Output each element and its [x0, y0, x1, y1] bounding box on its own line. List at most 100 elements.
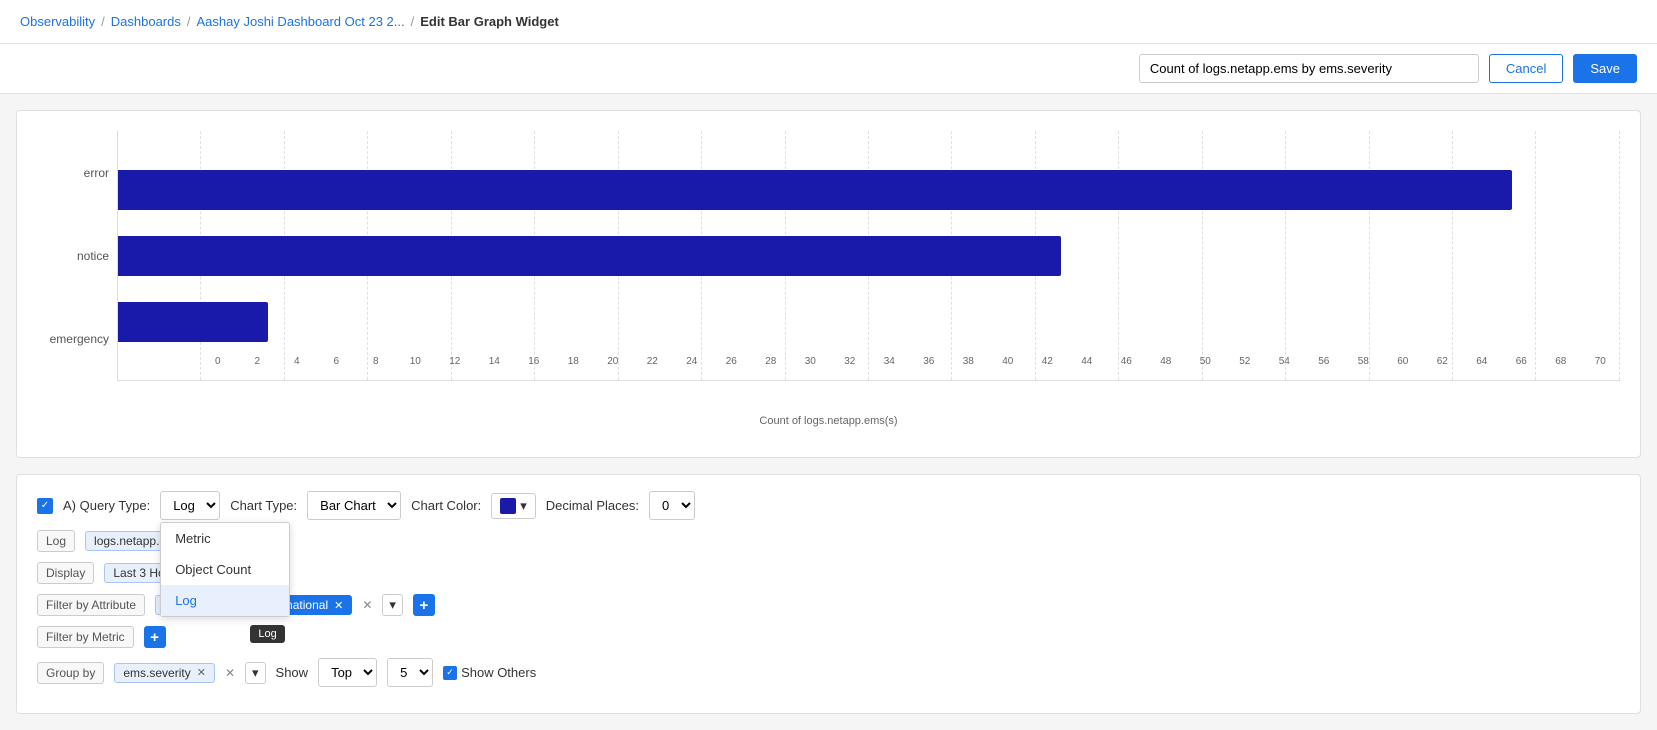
show-others-container: Show Others — [443, 665, 536, 680]
color-swatch-box — [500, 498, 516, 514]
x-label: 40 — [988, 350, 1028, 380]
x-label: 10 — [396, 350, 436, 380]
breadcrumb-dashboards[interactable]: Dashboards — [111, 14, 181, 29]
query-type-label: A) Query Type: — [63, 498, 150, 513]
x-label: 20 — [593, 350, 633, 380]
chart-plot: 0 2 4 6 8 10 12 14 16 18 20 22 24 26 28 … — [117, 131, 1620, 381]
informational-tag-close[interactable]: ✕ — [334, 599, 343, 612]
x-axis-title: Count of logs.netapp.ems(s) — [37, 415, 1620, 427]
bar-row-emergency — [118, 294, 1620, 349]
x-label: 64 — [1462, 350, 1502, 380]
config-panel: A) Query Type: Log Metric Object Count L… — [16, 474, 1641, 714]
chevron-down-icon: ▾ — [520, 498, 527, 514]
x-label: 68 — [1541, 350, 1581, 380]
filter-attribute-dropdown-btn[interactable]: ▾ — [382, 594, 403, 616]
breadcrumb-sep-1: / — [101, 14, 105, 29]
y-label-notice: notice — [77, 249, 109, 263]
breadcrumb-observability[interactable]: Observability — [20, 14, 95, 29]
bar-row-error — [118, 162, 1620, 217]
group-by-pill: Group by — [37, 662, 104, 684]
top-count-select[interactable]: 5 — [387, 658, 433, 687]
bar-row-notice — [118, 228, 1620, 283]
save-button[interactable]: Save — [1573, 54, 1637, 83]
x-label: 60 — [1383, 350, 1423, 380]
y-axis-labels: error notice emergency — [37, 131, 117, 381]
decimal-select[interactable]: 0 — [649, 491, 695, 520]
x-label: 8 — [356, 350, 396, 380]
x-label: 48 — [1146, 350, 1186, 380]
show-others-checkbox[interactable] — [443, 666, 457, 680]
x-label: 44 — [1067, 350, 1107, 380]
x-label: 56 — [1304, 350, 1344, 380]
widget-name-input[interactable] — [1139, 54, 1479, 83]
x-label: 0 — [198, 350, 238, 380]
filter-attribute-pill: Filter by Attribute — [37, 594, 145, 616]
header-bar: Cancel Save — [0, 44, 1657, 94]
cancel-button[interactable]: Cancel — [1489, 54, 1563, 83]
query-type-select[interactable]: Log — [160, 491, 220, 520]
group-by-tag-close[interactable]: ✕ — [197, 666, 206, 679]
config-row-1: A) Query Type: Log Metric Object Count L… — [37, 491, 1620, 520]
breadcrumb-current: Edit Bar Graph Widget — [420, 14, 559, 29]
bar-error — [118, 170, 1512, 210]
bar-emergency — [118, 302, 268, 342]
x-label: 46 — [1107, 350, 1147, 380]
filter-metric-add-btn[interactable]: + — [144, 626, 166, 648]
x-label: 36 — [909, 350, 949, 380]
x-label: 52 — [1225, 350, 1265, 380]
filter-attribute-add-btn[interactable]: + — [413, 594, 435, 616]
top-select[interactable]: Top — [318, 658, 377, 687]
y-label-emergency: emergency — [50, 332, 109, 346]
chart-color-label: Chart Color: — [411, 498, 481, 513]
show-others-label: Show Others — [461, 665, 536, 680]
show-label: Show — [276, 665, 309, 680]
x-label: 4 — [277, 350, 317, 380]
x-label: 28 — [751, 350, 791, 380]
x-label: 24 — [672, 350, 712, 380]
breadcrumb-sep-2: / — [187, 14, 191, 29]
group-by-clear-btn[interactable]: ✕ — [225, 666, 235, 680]
x-axis-labels: 0 2 4 6 8 10 12 14 16 18 20 22 24 26 28 … — [198, 350, 1620, 380]
x-label: 18 — [554, 350, 594, 380]
x-label: 58 — [1344, 350, 1384, 380]
decimal-label: Decimal Places: — [546, 498, 639, 513]
x-label: 66 — [1502, 350, 1542, 380]
x-label: 62 — [1423, 350, 1463, 380]
x-label: 38 — [949, 350, 989, 380]
log-pill: Log — [37, 530, 75, 552]
breadcrumb: Observability / Dashboards / Aashay Josh… — [0, 0, 1657, 44]
x-label: 14 — [475, 350, 515, 380]
x-label: 2 — [238, 350, 278, 380]
x-label: 12 — [435, 350, 475, 380]
query-enable-checkbox[interactable] — [37, 498, 53, 514]
chart-area: error notice emergency — [37, 131, 1620, 411]
query-type-dropdown-container: Log Metric Object Count Log — [160, 491, 220, 520]
chart-color-swatch[interactable]: ▾ — [491, 493, 536, 519]
x-label: 22 — [633, 350, 673, 380]
group-by-tag-text: ems.severity — [123, 666, 190, 680]
x-label: 70 — [1581, 350, 1621, 380]
x-label: 6 — [317, 350, 357, 380]
x-label: 16 — [514, 350, 554, 380]
dropdown-item-log[interactable]: Log — [161, 585, 289, 616]
group-by-ems-severity-tag: ems.severity ✕ — [114, 663, 215, 683]
filter-attribute-clear-btn[interactable]: ✕ — [362, 598, 372, 612]
x-label: 26 — [712, 350, 752, 380]
log-tooltip: Log — [250, 625, 284, 643]
bars-area — [118, 131, 1620, 380]
x-label: 34 — [870, 350, 910, 380]
breadcrumb-sep-3: / — [411, 14, 415, 29]
group-by-dropdown-btn[interactable]: ▾ — [245, 662, 266, 684]
dropdown-item-metric[interactable]: Metric — [161, 523, 289, 554]
display-pill: Display — [37, 562, 94, 584]
filter-metric-pill: Filter by Metric — [37, 626, 134, 648]
bar-notice — [118, 236, 1061, 276]
x-label: 54 — [1265, 350, 1305, 380]
dropdown-item-object-count[interactable]: Object Count — [161, 554, 289, 585]
chart-type-select[interactable]: Bar Chart — [307, 491, 401, 520]
x-label: 30 — [791, 350, 831, 380]
x-label: 50 — [1186, 350, 1226, 380]
chart-container: error notice emergency — [16, 110, 1641, 458]
breadcrumb-dashboard-name[interactable]: Aashay Joshi Dashboard Oct 23 2... — [197, 14, 405, 29]
chart-type-label: Chart Type: — [230, 498, 297, 513]
